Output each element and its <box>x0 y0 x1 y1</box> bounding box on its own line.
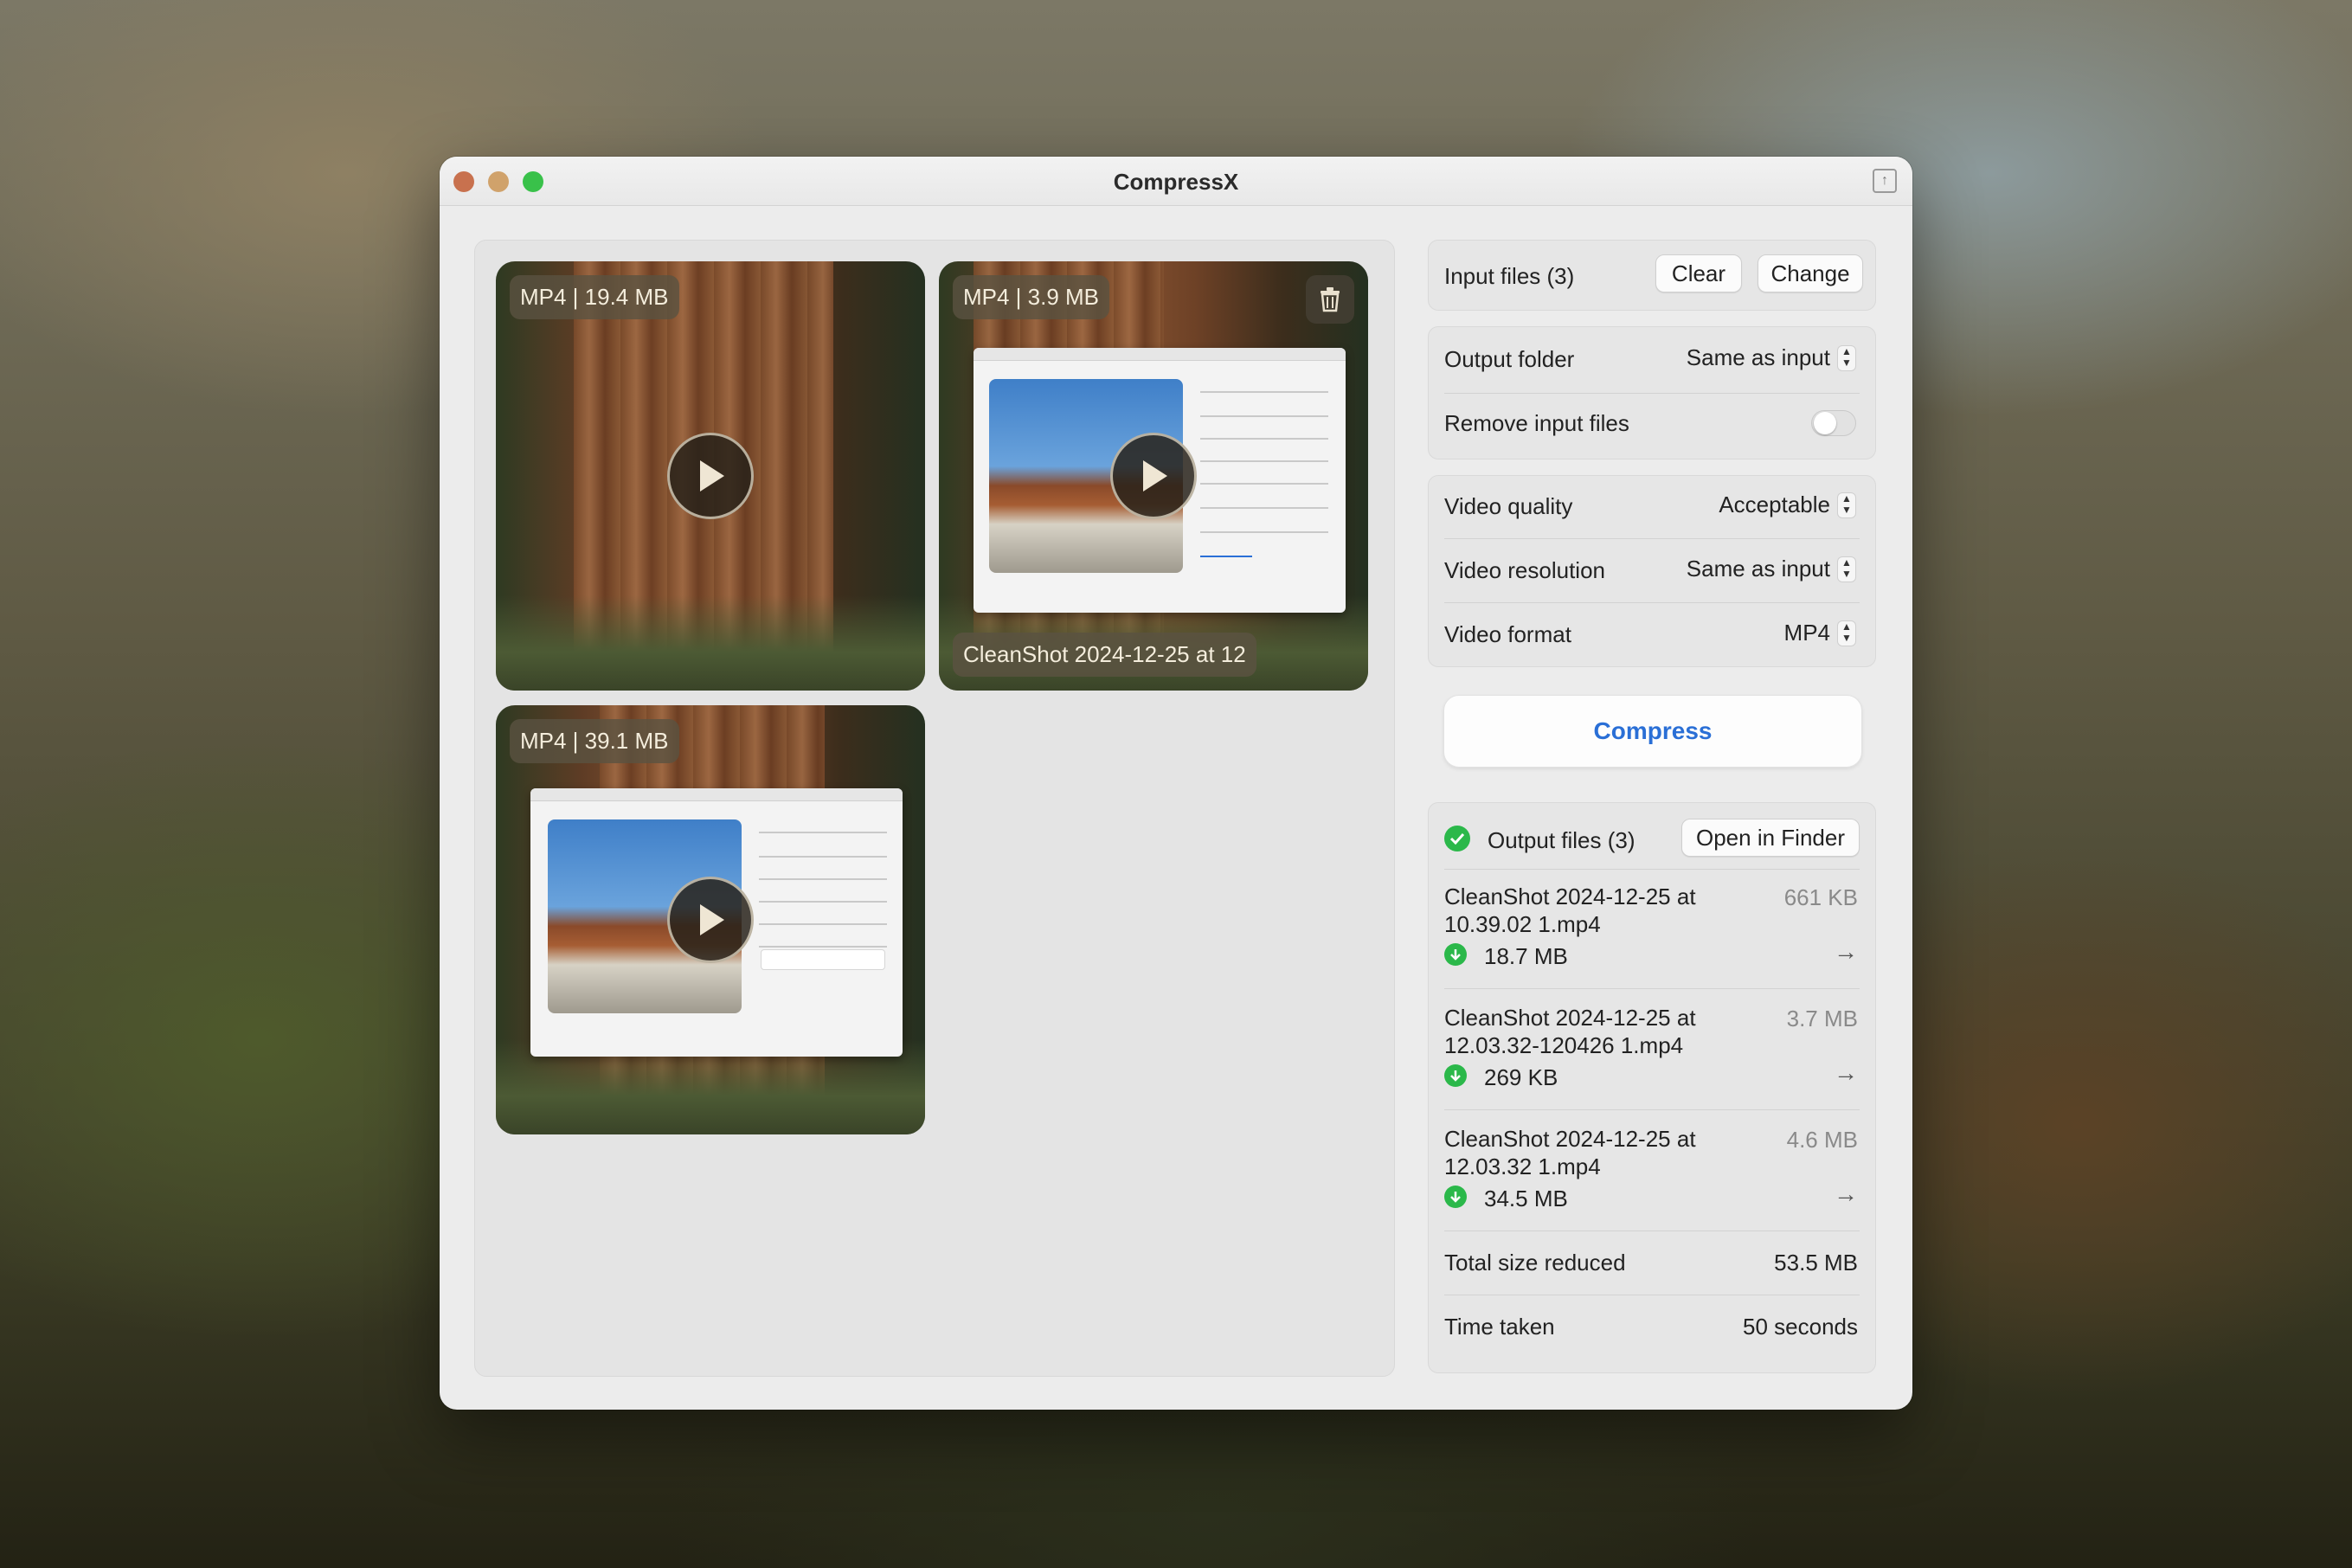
arrow-right-icon[interactable]: → <box>1834 1180 1858 1208</box>
delete-file-button[interactable] <box>1306 275 1354 324</box>
window-title: CompressX <box>1113 169 1239 195</box>
chevron-up-down-icon: ▲ ▼ <box>1837 344 1856 371</box>
output-file-original-size: 3.7 MB <box>1786 1006 1858 1031</box>
output-file-name: CleanShot 2024-12-25 at 12.03.32-120426 … <box>1444 1005 1696 1058</box>
file-info-badge: MP4 | 3.9 MB <box>953 275 1110 319</box>
open-in-finder-button[interactable]: Open in Finder <box>1681 819 1860 857</box>
remove-input-label: Remove input files <box>1444 410 1629 436</box>
video-quality-label: Video quality <box>1444 493 1573 519</box>
output-file-original-size: 4.6 MB <box>1786 1127 1858 1153</box>
video-resolution-value: Same as input <box>1686 556 1830 582</box>
compress-button[interactable]: Compress <box>1443 695 1862 768</box>
app-window: CompressX ↑ MP4 | 19.4 MB MP4 | 3.9 MB C… <box>440 157 1912 1410</box>
output-folder-label: Output folder <box>1444 346 1575 372</box>
play-icon[interactable] <box>1110 433 1197 519</box>
total-size-reduced-label: Total size reduced <box>1444 1250 1626 1276</box>
download-arrow-icon <box>1444 943 1467 966</box>
input-files-label: Input files (3) <box>1444 263 1575 289</box>
checkmark-badge-icon <box>1444 826 1470 851</box>
arrow-right-icon[interactable]: → <box>1834 938 1858 966</box>
video-settings-group: Video quality Acceptable ▲ ▼ Video resolu… <box>1428 475 1876 667</box>
pin-icon: ↑ <box>1881 173 1888 188</box>
file-info-badge: MP4 | 19.4 MB <box>510 275 679 319</box>
output-folder-value: Same as input <box>1686 344 1830 370</box>
output-file-compressed-size: 18.7 MB <box>1484 943 1568 969</box>
output-file-name: CleanShot 2024-12-25 at 10.39.02 1.mp4 <box>1444 884 1696 937</box>
download-arrow-icon <box>1444 1064 1467 1087</box>
pin-window-button[interactable]: ↑ <box>1873 169 1897 193</box>
remove-input-toggle[interactable] <box>1811 410 1856 436</box>
output-file-name: CleanShot 2024-12-25 at 12.03.32 1.mp4 <box>1444 1126 1696 1179</box>
input-files-group: Input files (3) Clear Change <box>1428 240 1876 311</box>
time-taken-label: Time taken <box>1444 1314 1555 1340</box>
total-size-reduced-value: 53.5 MB <box>1774 1250 1858 1276</box>
video-thumbnail-2[interactable]: MP4 | 3.9 MB CleanShot 2024-12-25 at 12 <box>939 261 1368 691</box>
arrow-right-icon[interactable]: → <box>1834 1059 1858 1087</box>
output-file-compressed-size: 269 KB <box>1484 1064 1558 1090</box>
clear-button[interactable]: Clear <box>1655 254 1742 292</box>
output-file-original-size: 661 KB <box>1783 884 1858 910</box>
play-icon[interactable] <box>667 877 754 963</box>
video-resolution-select[interactable]: Same as input ▲ ▼ <box>1687 556 1856 582</box>
play-icon[interactable] <box>667 433 754 519</box>
video-thumbnail-3[interactable]: MP4 | 39.1 MB <box>496 705 925 1134</box>
input-files-grid[interactable]: MP4 | 19.4 MB MP4 | 3.9 MB CleanShot 202… <box>474 240 1395 1377</box>
output-settings-group: Output folder Same as input ▲ ▼ Remove in… <box>1428 326 1876 459</box>
video-format-value: MP4 <box>1783 620 1830 646</box>
output-files-label: Output files (3) <box>1488 827 1635 853</box>
video-resolution-label: Video resolution <box>1444 557 1605 583</box>
output-file-compressed-size: 34.5 MB <box>1484 1186 1568 1211</box>
video-quality-value: Acceptable <box>1719 492 1830 517</box>
change-button[interactable]: Change <box>1758 254 1863 292</box>
time-taken-value: 50 seconds <box>1743 1314 1858 1340</box>
chevron-up-down-icon: ▲ ▼ <box>1837 556 1856 582</box>
video-thumbnail-1[interactable]: MP4 | 19.4 MB <box>496 261 925 691</box>
file-info-badge: MP4 | 39.1 MB <box>510 719 679 763</box>
chevron-up-down-icon: ▲ ▼ <box>1837 620 1856 646</box>
title-bar: CompressX ↑ <box>440 157 1912 206</box>
output-folder-select[interactable]: Same as input ▲ ▼ <box>1687 344 1856 371</box>
download-arrow-icon <box>1444 1186 1467 1208</box>
chevron-up-down-icon: ▲ ▼ <box>1837 492 1856 518</box>
video-format-label: Video format <box>1444 621 1571 647</box>
file-name-caption: CleanShot 2024-12-25 at 12 <box>953 633 1256 677</box>
video-format-select[interactable]: MP4 ▲ ▼ <box>1784 620 1856 646</box>
trash-icon <box>1321 287 1340 312</box>
output-files-group: Output files (3) Open in Finder CleanSho… <box>1428 802 1876 1373</box>
video-quality-select[interactable]: Acceptable ▲ ▼ <box>1719 492 1856 518</box>
